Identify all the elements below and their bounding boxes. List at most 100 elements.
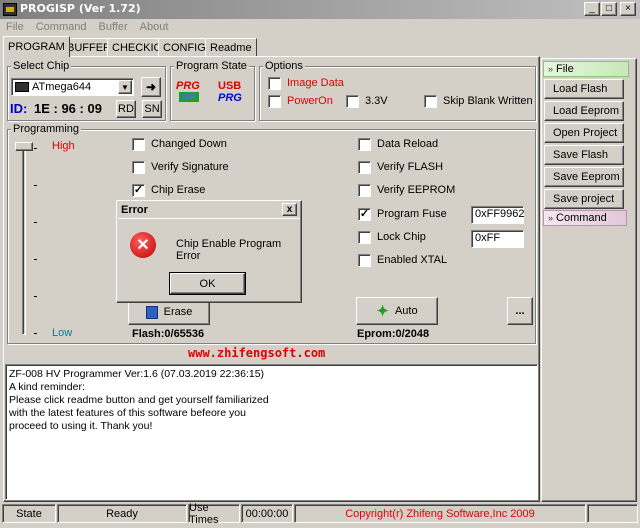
prg-isp-logo-top: PRG [176, 80, 200, 92]
program-fuse-checkbox[interactable]: ✓ [358, 207, 371, 221]
flash-count: Flash:0/65536 [132, 328, 205, 340]
fuse-value-field[interactable]: 0xFF9962 [471, 206, 525, 224]
verify-eeprom-label: Verify EEPROM [377, 184, 456, 196]
select-chip-label: Select Chip [11, 60, 72, 72]
maximize-button[interactable]: □ [601, 2, 617, 16]
app-icon [3, 3, 17, 16]
menu-about[interactable]: About [140, 21, 169, 33]
status-state-value: Ready [57, 504, 187, 523]
enabled-xtal-option[interactable]: Enabled XTAL [358, 253, 447, 267]
window-title: PROGISP (Ver 1.72) [20, 2, 141, 15]
lock-chip-checkbox[interactable] [358, 230, 371, 244]
speed-slider-thumb[interactable] [15, 142, 33, 151]
verify-flash-label: Verify FLASH [377, 161, 444, 173]
auto-button[interactable]: ✦ Auto [356, 297, 438, 325]
verify-signature-label: Verify Signature [151, 161, 229, 173]
verify-flash-checkbox[interactable] [358, 160, 371, 174]
website-link[interactable]: www.zhifengsoft.com [188, 346, 325, 360]
trash-icon [145, 305, 158, 319]
chip-erase-label: Chip Erase [151, 184, 206, 196]
image-data-label: Image Data [287, 77, 344, 89]
prg-isp-icon: PRG ISP [176, 80, 206, 110]
v33-label: 3.3V [365, 95, 388, 107]
save-project-button[interactable]: Save project [544, 189, 624, 209]
more-button[interactable]: ... [507, 297, 533, 325]
chip-icon [15, 82, 29, 92]
use-times-label: Use Times [188, 502, 240, 526]
sidebar-file-header[interactable]: » File [543, 61, 629, 77]
minimize-button[interactable]: _ [584, 2, 600, 16]
verify-signature-option[interactable]: Verify Signature [132, 160, 229, 174]
sidebar-file-label: File [556, 63, 574, 75]
erase-button-label: Erase [163, 306, 193, 318]
chip-erase-checkbox[interactable]: ✓ [132, 183, 145, 197]
close-button[interactable]: × [620, 2, 636, 16]
slider-ticks [34, 148, 37, 334]
log-line: A kind reminder: [9, 381, 85, 393]
enabled-xtal-checkbox[interactable] [358, 253, 371, 267]
log-line: with the latest features of this softwar… [9, 407, 246, 419]
power-on-checkbox[interactable] [268, 94, 281, 108]
menu-command[interactable]: Command [36, 21, 87, 33]
v33-option[interactable]: 3.3V [346, 94, 388, 108]
dialog-close-button[interactable]: x [282, 203, 297, 216]
log-area[interactable]: ZF-008 HV Programmer Ver:1.6 (07.03.2019… [5, 364, 538, 500]
image-data-option[interactable]: Image Data [268, 76, 344, 90]
log-line: Please click readme button and get yours… [9, 394, 269, 406]
tab-program[interactable]: PROGRAM [3, 36, 70, 57]
verify-eeprom-option[interactable]: Verify EEPROM [358, 183, 455, 197]
sn-button[interactable]: SN [142, 100, 162, 118]
log-line: proceed to using it. Thank you! [9, 420, 153, 432]
tab-readme[interactable]: Readme [205, 38, 257, 56]
speed-slider-track [22, 145, 26, 335]
usb-prg-logo-top: USB [218, 80, 242, 92]
rd-button[interactable]: RD [116, 100, 136, 118]
lock-chip-label: Lock Chip [377, 231, 426, 243]
dialog-title-bar: Error [118, 202, 300, 219]
menu-bar: File Command Buffer About [6, 21, 180, 33]
sidebar-command-header[interactable]: » Command [543, 210, 627, 226]
menu-file[interactable]: File [6, 21, 24, 33]
chevron-down-icon[interactable]: ▼ [118, 80, 132, 94]
changed-down-checkbox[interactable] [132, 137, 145, 151]
program-fuse-label: Program Fuse [377, 208, 447, 220]
power-on-option[interactable]: PowerOn [268, 94, 333, 108]
load-eeprom-button[interactable]: Load Eeprom [544, 101, 624, 121]
prg-isp-logo-bottom: ISP [179, 92, 199, 102]
lock-chip-option[interactable]: Lock Chip [358, 230, 426, 244]
skip-blank-label: Skip Blank Written [443, 95, 533, 107]
chevron-down-icon: » [548, 64, 554, 74]
save-eeprom-button[interactable]: Save Eeprom [544, 167, 624, 187]
auto-run-icon: ✦ [376, 303, 389, 320]
verify-flash-option[interactable]: Verify FLASH [358, 160, 443, 174]
lock-value-field[interactable]: 0xFF [471, 230, 524, 248]
error-dialog: Error x ✕ Chip Enable Program Error OK [116, 200, 302, 303]
arrow-right-button[interactable]: ➜ [141, 77, 161, 97]
open-project-button[interactable]: Open Project [544, 123, 624, 143]
data-reload-option[interactable]: Data Reload [358, 137, 438, 151]
slider-low-label: Low [52, 327, 73, 339]
data-reload-checkbox[interactable] [358, 137, 371, 151]
skip-blank-option[interactable]: Skip Blank Written [424, 94, 533, 108]
id-label: ID: [10, 101, 28, 116]
chip-select-value: ATmega644 [32, 81, 92, 93]
load-flash-button[interactable]: Load Flash [544, 79, 624, 99]
verify-eeprom-checkbox[interactable] [358, 183, 371, 197]
chip-select[interactable]: ATmega644 ▼ [11, 78, 134, 96]
skip-blank-checkbox[interactable] [424, 94, 437, 108]
tab-config[interactable]: CONFIG [158, 38, 211, 56]
dialog-message: Chip Enable Program Error [176, 238, 282, 262]
dialog-ok-button[interactable]: OK [169, 272, 246, 295]
verify-signature-checkbox[interactable] [132, 160, 145, 174]
save-flash-button[interactable]: Save Flash [544, 145, 624, 165]
auto-button-label: Auto [394, 305, 418, 317]
changed-down-option[interactable]: Changed Down [132, 137, 227, 151]
changed-down-label: Changed Down [151, 138, 227, 150]
menu-buffer[interactable]: Buffer [98, 21, 127, 33]
error-icon: ✕ [130, 232, 156, 258]
chip-erase-option[interactable]: ✓ Chip Erase [132, 183, 205, 197]
image-data-checkbox[interactable] [268, 76, 281, 90]
v33-checkbox[interactable] [346, 94, 359, 108]
programming-label: Programming [11, 123, 82, 135]
program-fuse-option[interactable]: ✓ Program Fuse [358, 207, 447, 221]
